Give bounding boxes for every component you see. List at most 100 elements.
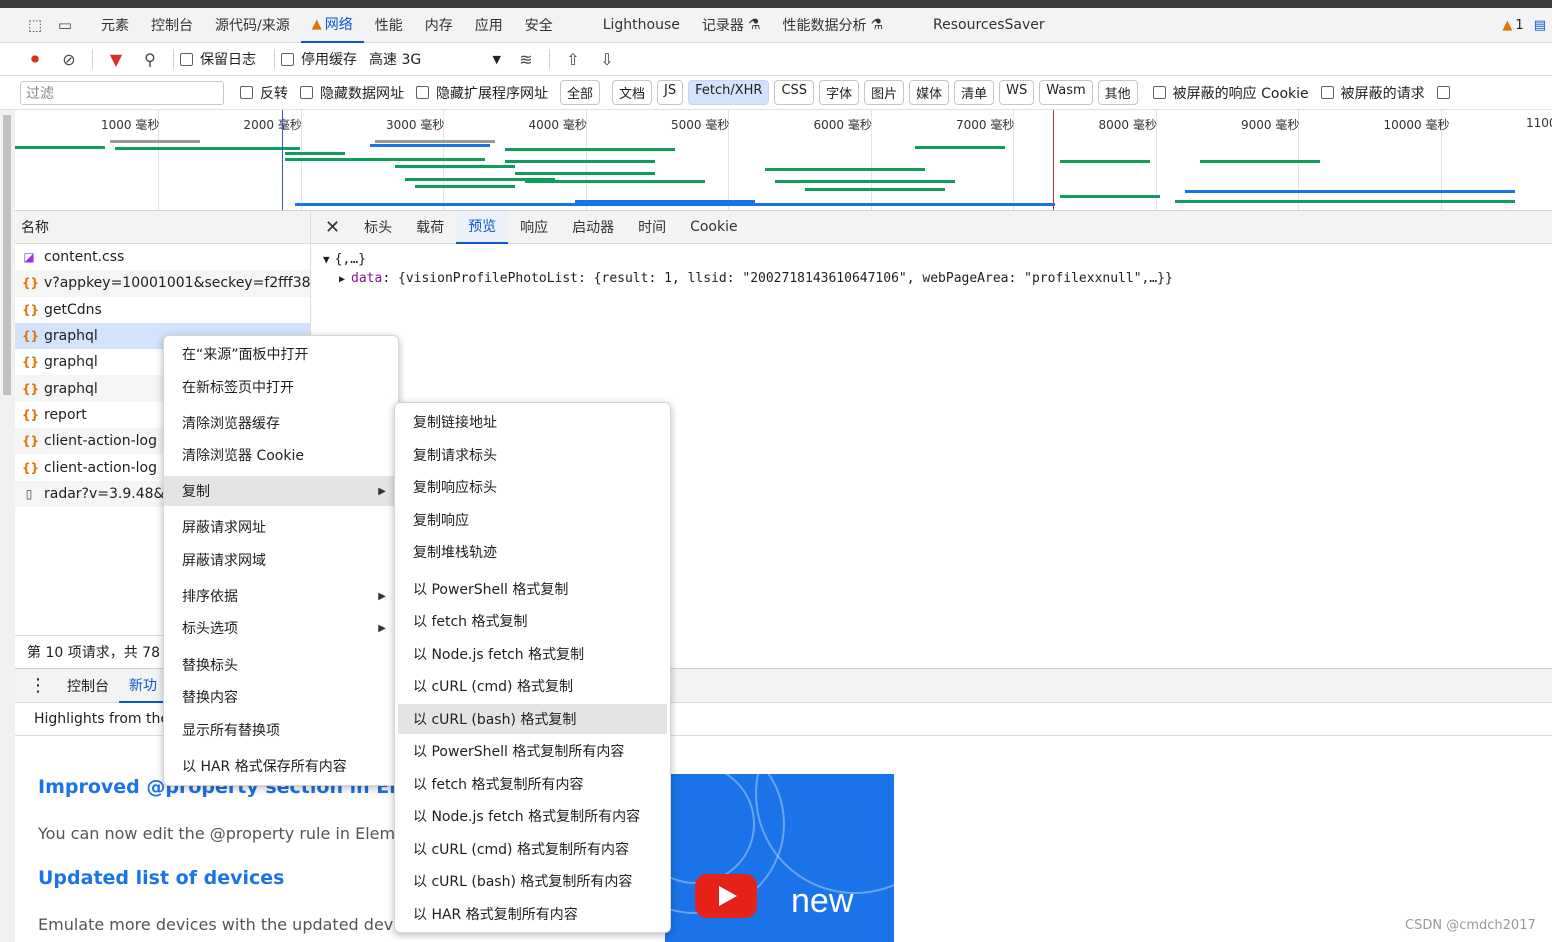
network-overview-timeline[interactable]: 1000 毫秒 2000 毫秒 3000 毫秒 4000 毫秒 5000 毫秒 6000 … <box>15 110 1552 211</box>
tab-3[interactable]: ▲ 网络 <box>300 8 364 43</box>
tab-6[interactable]: 应用 <box>464 8 514 43</box>
context-menu-item[interactable]: 排序依据 ▶ <box>164 581 398 611</box>
import-har-icon[interactable]: ⇧ <box>556 44 590 74</box>
type-filter-button[interactable]: WS <box>999 80 1035 105</box>
drawer-scrollbar[interactable] <box>0 110 15 942</box>
youtube-play-icon[interactable] <box>695 874 757 918</box>
invert-checkbox[interactable]: 反转 <box>240 83 288 103</box>
messages-icon[interactable]: ▤ <box>1534 18 1546 33</box>
preserve-log-checkbox[interactable]: 保留日志 <box>180 49 256 69</box>
copy-submenu-item[interactable]: 以 cURL (cmd) 格式复制 <box>398 671 667 701</box>
copy-submenu-item[interactable]: 以 Node.js fetch 格式复制所有内容 <box>398 801 667 831</box>
copy-submenu-item[interactable]: 以 cURL (bash) 格式复制所有内容 <box>398 866 667 896</box>
type-filter-button[interactable]: JS <box>657 80 684 105</box>
close-icon[interactable]: ✕ <box>311 211 352 244</box>
context-menu-item[interactable]: 清除浏览器 Cookie <box>164 440 398 470</box>
checkbox-box[interactable] <box>416 86 429 99</box>
context-menu-item[interactable]: 屏蔽请求网址 <box>164 512 398 542</box>
drawer-tab[interactable]: 控制台 <box>57 668 119 703</box>
context-menu-item[interactable]: 显示所有替换项 <box>164 715 398 745</box>
tab-7[interactable]: 安全 <box>514 8 564 43</box>
disable-cache-checkbox[interactable]: 停用缓存 <box>281 49 357 69</box>
type-filter-button[interactable]: 字体 <box>819 80 860 105</box>
whats-new-video-thumbnail[interactable]: new <box>665 774 894 942</box>
copy-submenu-item[interactable]: 以 fetch 格式复制 <box>398 606 667 636</box>
type-filter-button[interactable]: 其他 <box>1097 80 1138 105</box>
throttle-select[interactable]: 高速 3G ▼ <box>369 49 509 69</box>
type-filter-button[interactable]: 清单 <box>954 80 995 105</box>
tab-11[interactable]: ResourcesSaver <box>922 8 1056 43</box>
type-filter-button[interactable]: Fetch/XHR <box>688 80 770 105</box>
detail-tab[interactable]: 启动器 <box>560 211 626 244</box>
checkbox-box[interactable] <box>1152 86 1166 99</box>
detail-tab[interactable]: 时间 <box>626 211 678 244</box>
request-row[interactable]: ◪ content.css <box>15 244 310 270</box>
tab-10[interactable]: 性能数据分析 ⚗ <box>771 8 894 43</box>
copy-submenu-item[interactable]: 复制响应 <box>398 505 667 535</box>
scrollbar-thumb[interactable] <box>3 115 11 395</box>
copy-submenu-item[interactable]: 以 PowerShell 格式复制 <box>398 574 667 604</box>
context-menu-item[interactable]: 标头选项 ▶ <box>164 613 398 643</box>
drawer-tab[interactable]: 新功 <box>119 668 167 703</box>
checkbox-box[interactable] <box>1436 86 1450 99</box>
copy-submenu-item[interactable]: 以 Node.js fetch 格式复制 <box>398 639 667 669</box>
context-menu-item[interactable]: 清除浏览器缓存 <box>164 408 398 438</box>
detail-tab[interactable]: 预览 <box>456 210 509 244</box>
tab-1[interactable]: 控制台 <box>140 8 204 43</box>
expand-triangle-icon[interactable]: ▼ <box>323 253 330 266</box>
detail-tab[interactable]: Cookie <box>678 211 750 244</box>
tab-9[interactable]: 记录器 ⚗ <box>691 8 772 43</box>
context-menu-item[interactable]: 替换标头 <box>164 650 398 680</box>
context-menu-item[interactable]: 在“来源”面板中打开 <box>164 339 398 369</box>
request-row[interactable]: {} v?appkey=10001001&seckey=f2fff38... <box>15 270 310 297</box>
clear-icon[interactable]: ⊘ <box>52 44 86 74</box>
filter-icon[interactable]: ▼ <box>99 44 133 74</box>
type-filter-button[interactable]: 媒体 <box>909 80 950 105</box>
search-icon[interactable]: ⚲ <box>133 44 167 74</box>
third-party-checkbox[interactable] <box>1436 86 1457 99</box>
collapsed-triangle-icon[interactable]: ▶ <box>339 274 345 285</box>
preview-root-row[interactable]: ▼ {,…} <box>323 252 1540 267</box>
network-conditions-icon[interactable]: ≋ <box>509 44 543 74</box>
filter-input[interactable]: 过滤 <box>20 80 224 105</box>
copy-submenu-item[interactable]: 以 HAR 格式复制所有内容 <box>398 899 667 929</box>
checkbox-box[interactable] <box>300 86 313 99</box>
device-toolbar-icon[interactable]: ▭ <box>50 10 80 40</box>
checkbox-box[interactable] <box>281 52 294 66</box>
warning-count[interactable]: 1 <box>1515 18 1523 33</box>
checkbox-box[interactable] <box>1320 86 1334 99</box>
record-stop-icon[interactable]: ⏺ <box>18 44 52 74</box>
checkbox-box[interactable] <box>240 86 253 99</box>
copy-submenu-item[interactable]: 以 cURL (bash) 格式复制 <box>398 704 667 734</box>
copy-submenu-item[interactable]: 以 PowerShell 格式复制所有内容 <box>398 736 667 766</box>
tab-5[interactable]: 内存 <box>414 8 464 43</box>
hide-data-urls-checkbox[interactable]: 隐藏数据网址 <box>300 83 404 103</box>
copy-submenu-item[interactable]: 复制响应标头 <box>398 472 667 502</box>
type-filter-button[interactable]: CSS <box>774 80 815 105</box>
detail-tab[interactable]: 载荷 <box>404 211 456 244</box>
checkbox-box[interactable] <box>180 52 193 66</box>
request-row[interactable]: {} getCdns <box>15 297 310 323</box>
context-menu-item[interactable]: 屏蔽请求网域 <box>164 545 398 575</box>
hide-extension-urls-checkbox[interactable]: 隐藏扩展程序网址 <box>416 83 548 103</box>
copy-submenu-item[interactable]: 复制请求标头 <box>398 440 667 470</box>
copy-submenu-item[interactable]: 复制堆栈轨迹 <box>398 537 667 567</box>
warning-icon[interactable]: ▲ <box>1502 18 1512 33</box>
blocked-requests-checkbox[interactable]: 被屏蔽的请求 <box>1320 83 1425 103</box>
copy-submenu-item[interactable]: 复制链接地址 <box>398 407 667 437</box>
preview-data-row[interactable]: ▶ data: {visionProfilePhotoList: {result:… <box>323 271 1540 286</box>
export-har-icon[interactable]: ⇩ <box>590 44 624 74</box>
tab-0[interactable]: 元素 <box>90 8 140 43</box>
more-options-icon[interactable]: ⋮ <box>15 668 57 703</box>
tab-8[interactable]: Lighthouse <box>592 8 691 43</box>
detail-tab[interactable]: 标头 <box>352 211 404 244</box>
type-filter-button[interactable]: 文档 <box>612 80 653 105</box>
inspect-element-icon[interactable]: ⬚ <box>20 10 50 40</box>
context-menu-item[interactable]: 在新标签页中打开 <box>164 372 398 402</box>
type-filter-button[interactable]: 图片 <box>864 80 905 105</box>
context-menu-item[interactable]: 复制 ▶ <box>164 476 398 506</box>
detail-tab[interactable]: 响应 <box>508 211 560 244</box>
context-menu-item[interactable]: 替换内容 <box>164 682 398 712</box>
type-filter-button[interactable]: Wasm <box>1039 80 1093 105</box>
tab-4[interactable]: 性能 <box>364 8 414 43</box>
